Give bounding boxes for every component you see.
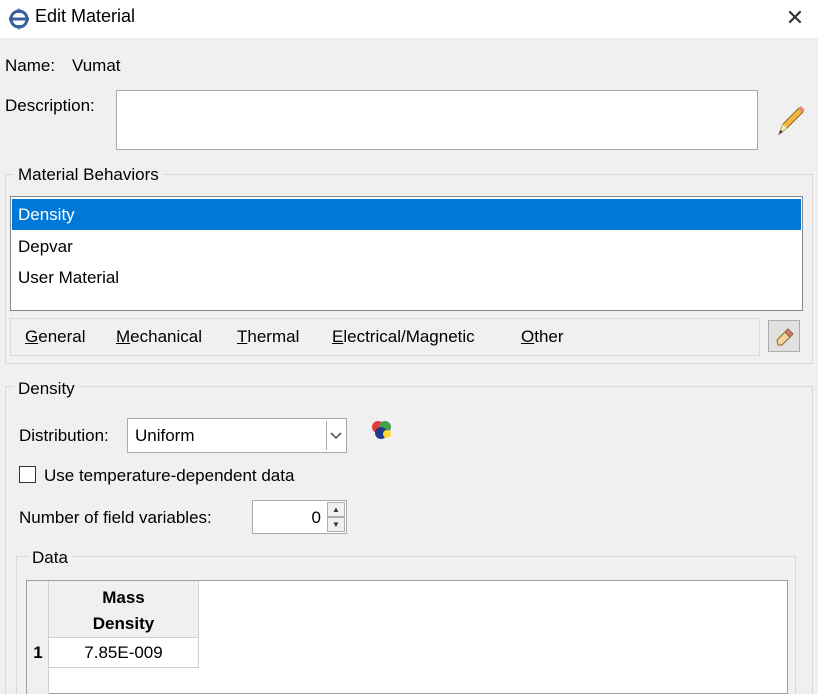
- color-blob-icon[interactable]: [370, 419, 394, 441]
- behaviors-list[interactable]: Density Depvar User Material: [10, 196, 803, 311]
- menu-other[interactable]: Other: [521, 327, 564, 347]
- table-cell-mass-density[interactable]: 7.85E-009: [49, 638, 199, 668]
- menu-electrical-magnetic[interactable]: Electrical/Magnetic: [332, 327, 475, 347]
- temperature-dependent-label: Use temperature-dependent data: [44, 466, 295, 485]
- temperature-dependent-checkbox[interactable]: [19, 466, 36, 483]
- menu-general-mnemonic: G: [25, 327, 39, 346]
- eraser-icon: [776, 328, 794, 346]
- list-item-user-material[interactable]: User Material: [12, 262, 801, 293]
- close-icon: ✕: [785, 5, 805, 30]
- description-input[interactable]: [116, 90, 758, 150]
- field-variables-label: Number of field variables:: [19, 508, 212, 527]
- data-table[interactable]: Mass Density 1 7.85E-009: [26, 580, 788, 694]
- list-item-density[interactable]: Density: [12, 199, 801, 230]
- menu-mechanical[interactable]: Mechanical: [116, 327, 202, 347]
- menu-general-label: eneral: [38, 327, 86, 346]
- menu-general[interactable]: General: [25, 327, 86, 347]
- menu-electrical-label: lectrical/Magnetic: [343, 327, 475, 346]
- column-header-line1: Mass: [102, 588, 145, 607]
- menu-other-mnemonic: O: [521, 327, 535, 346]
- behavior-menu-bar: General Mechanical Thermal Electrical/Ma…: [10, 318, 760, 356]
- column-header-mass-density[interactable]: Mass Density: [49, 581, 199, 638]
- distribution-label: Distribution:: [19, 426, 109, 445]
- spin-up-icon[interactable]: ▲: [327, 502, 345, 517]
- close-button[interactable]: ✕: [780, 4, 810, 32]
- row-number: 1: [33, 643, 43, 662]
- window-title: Edit Material: [35, 6, 136, 26]
- menu-thermal-mnemonic: T: [237, 327, 248, 346]
- menu-mechanical-label: echanical: [130, 327, 202, 346]
- density-group-title: Density: [14, 379, 79, 399]
- pencil-icon[interactable]: [775, 104, 805, 138]
- menu-other-label: ther: [534, 327, 564, 346]
- menu-mechanical-mnemonic: M: [116, 327, 131, 346]
- app-crosshair-icon: [9, 8, 29, 30]
- dropdown-arrow-icon[interactable]: [326, 421, 344, 450]
- data-group-title: Data: [28, 548, 72, 568]
- material-behaviors-title: Material Behaviors: [14, 165, 163, 185]
- list-item-depvar[interactable]: Depvar: [12, 231, 801, 262]
- distribution-select[interactable]: Uniform: [127, 418, 347, 453]
- spin-down-icon[interactable]: ▼: [327, 517, 345, 532]
- name-value: Vumat: [72, 56, 121, 75]
- delete-behavior-button[interactable]: [768, 320, 800, 352]
- title-bar: Edit Material ✕: [0, 0, 818, 38]
- distribution-value: Uniform: [135, 426, 195, 445]
- menu-thermal-label: hermal: [247, 327, 300, 346]
- field-variables-value: 0: [311, 508, 321, 527]
- menu-thermal[interactable]: Thermal: [237, 327, 299, 347]
- menu-electrical-mnemonic: E: [332, 327, 344, 346]
- column-header-line2: Density: [92, 614, 155, 633]
- field-variables-spinner[interactable]: 0 ▲ ▼: [252, 500, 347, 534]
- name-label: Name:: [5, 56, 56, 75]
- description-label: Description:: [5, 96, 95, 115]
